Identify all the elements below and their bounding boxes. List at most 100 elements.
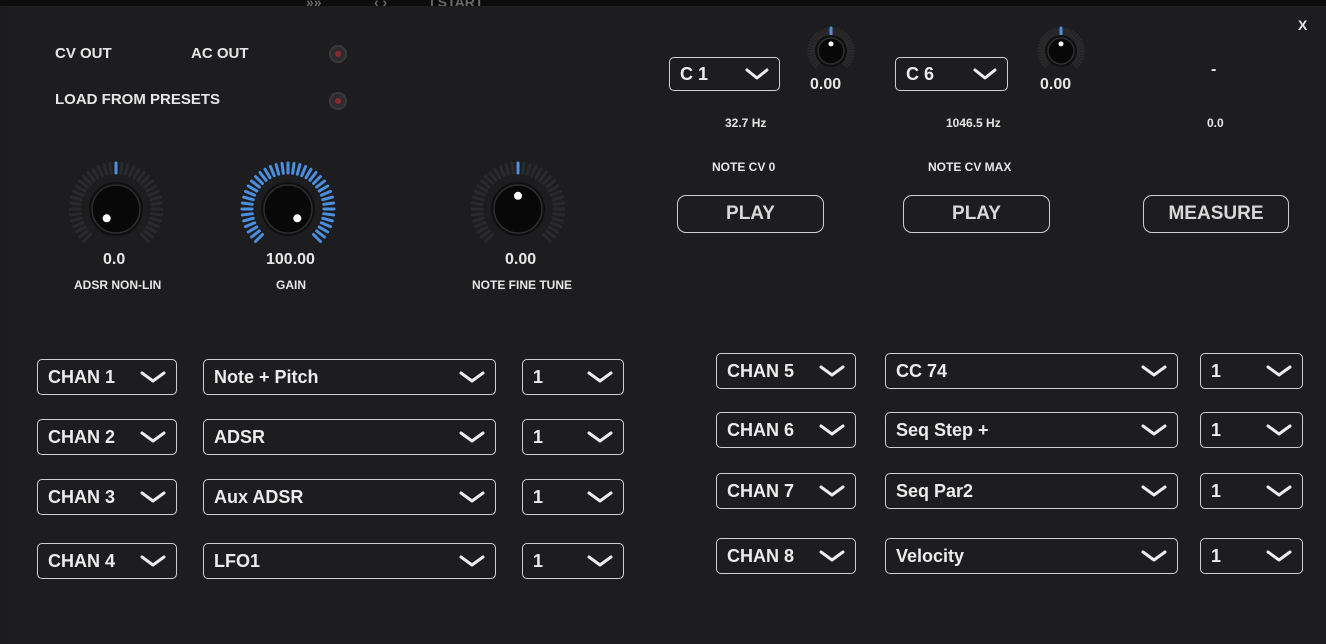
note-cvmax-fine-knob[interactable] [1036, 26, 1086, 76]
chevron-down-icon [587, 491, 613, 503]
source-select-label: CC 74 [896, 360, 948, 381]
note-cv0-note-dropdown[interactable]: C 1 [669, 57, 780, 91]
measure-dash: - [1211, 61, 1217, 78]
number-select-label: 1 [533, 366, 544, 387]
channel-select[interactable]: CHAN 6 [716, 412, 856, 448]
note-cv0-label: NOTE CV 0 [712, 160, 776, 174]
channel-select[interactable]: CHAN 1 [37, 359, 177, 395]
channel-select[interactable]: CHAN 5 [716, 353, 856, 389]
source-select[interactable]: Velocity [885, 538, 1178, 574]
note-cv0-fine-knob[interactable] [806, 26, 856, 76]
channel-select[interactable]: CHAN 7 [716, 473, 856, 509]
source-select[interactable]: Seq Par2 [885, 473, 1178, 509]
adsr-nonlin-knob[interactable] [68, 161, 164, 257]
measure-value: 0.0 [1207, 116, 1224, 130]
chevron-down-icon [459, 555, 485, 567]
channel-select[interactable]: CHAN 8 [716, 538, 856, 574]
chevron-down-icon [587, 371, 613, 383]
chevron-down-icon [819, 485, 845, 497]
number-select[interactable]: 1 [522, 359, 624, 395]
note-cvmax-play-button[interactable]: PLAY [903, 195, 1050, 233]
chevron-down-icon [745, 68, 769, 80]
chevron-down-icon [140, 491, 166, 503]
number-select-label: 1 [1211, 419, 1222, 440]
load-presets-label: LOAD FROM PRESETS [55, 91, 221, 108]
number-select[interactable]: 1 [522, 479, 624, 515]
channel-select[interactable]: CHAN 4 [37, 543, 177, 579]
chevron-down-icon [140, 371, 166, 383]
source-select-label: LFO1 [214, 550, 261, 571]
number-select-label: 1 [533, 426, 544, 447]
cv-out-label: CV OUT [55, 45, 112, 62]
chevron-down-icon [1141, 485, 1167, 497]
number-select-label: 1 [1211, 545, 1222, 566]
source-select-label: Note + Pitch [214, 366, 319, 387]
channel-select-label: CHAN 1 [48, 366, 116, 387]
chevron-down-icon [459, 431, 485, 443]
note-cvmax-note-dropdown[interactable]: C 6 [895, 57, 1008, 91]
gain-value: 100.00 [266, 251, 315, 268]
channel-select-label: CHAN 2 [48, 426, 116, 447]
source-select[interactable]: LFO1 [203, 543, 496, 579]
channel-select-label: CHAN 7 [727, 480, 795, 501]
channel-select[interactable]: CHAN 2 [37, 419, 177, 455]
chevron-down-icon [459, 371, 485, 383]
chevron-down-icon [819, 365, 845, 377]
source-select[interactable]: Aux ADSR [203, 479, 496, 515]
ac-out-led-toggle[interactable] [329, 45, 347, 63]
channel-select[interactable]: CHAN 3 [37, 479, 177, 515]
close-button[interactable]: X [1298, 17, 1307, 33]
source-select-label: Velocity [896, 545, 965, 566]
channel-select-label: CHAN 5 [727, 360, 795, 381]
source-select[interactable]: CC 74 [885, 353, 1178, 389]
chevron-down-icon [459, 491, 485, 503]
number-select-label: 1 [1211, 480, 1222, 501]
channel-select-label: CHAN 6 [727, 419, 795, 440]
chevron-down-icon [819, 550, 845, 562]
source-select-label: Aux ADSR [214, 486, 304, 507]
note-fine-tune-value: 0.00 [505, 251, 537, 268]
chevron-down-icon [1141, 550, 1167, 562]
source-select[interactable]: Seq Step + [885, 412, 1178, 448]
number-select[interactable]: 1 [522, 543, 624, 579]
note-fine-tune-label: NOTE FINE TUNE [472, 278, 573, 292]
adsr-nonlin-value: 0.0 [103, 251, 126, 268]
chevron-down-icon [1141, 424, 1167, 436]
note-cvmax-fine-value: 0.00 [1040, 76, 1072, 93]
number-select[interactable]: 1 [1200, 412, 1303, 448]
gain-label: GAIN [276, 278, 306, 292]
chevron-down-icon [587, 431, 613, 443]
chevron-down-icon [1266, 424, 1292, 436]
chevron-down-icon [819, 424, 845, 436]
source-select[interactable]: Note + Pitch [203, 359, 496, 395]
plugin-panel: X CV OUT AC OUT LOAD FROM PRESETS 0.0 AD… [8, 6, 1326, 644]
chevron-down-icon [140, 431, 166, 443]
channel-select-label: CHAN 8 [727, 545, 795, 566]
number-select[interactable]: 1 [1200, 473, 1303, 509]
chevron-down-icon [587, 555, 613, 567]
number-select[interactable]: 1 [522, 419, 624, 455]
source-select[interactable]: ADSR [203, 419, 496, 455]
number-select-label: 1 [533, 486, 544, 507]
note-cvmax-freq: 1046.5 Hz [946, 116, 1001, 130]
measure-button[interactable]: MEASURE [1143, 195, 1289, 233]
load-presets-led-toggle[interactable] [329, 92, 347, 110]
gain-knob[interactable] [240, 161, 336, 257]
note-fine-tune-knob[interactable] [470, 161, 566, 257]
ac-out-label: AC OUT [191, 45, 249, 62]
chevron-down-icon [1141, 365, 1167, 377]
note-cv0-play-button[interactable]: PLAY [677, 195, 824, 233]
number-select[interactable]: 1 [1200, 353, 1303, 389]
note-cvmax-label: NOTE CV MAX [928, 160, 1012, 174]
chevron-down-icon [1266, 550, 1292, 562]
chevron-down-icon [140, 555, 166, 567]
source-select-label: ADSR [214, 426, 266, 447]
number-select-label: 1 [1211, 360, 1222, 381]
channel-select-label: CHAN 3 [48, 486, 116, 507]
chevron-down-icon [973, 68, 997, 80]
number-select[interactable]: 1 [1200, 538, 1303, 574]
note-cv0-freq: 32.7 Hz [725, 116, 767, 130]
source-select-label: Seq Par2 [896, 480, 974, 501]
channel-select-label: CHAN 4 [48, 550, 116, 571]
adsr-nonlin-label: ADSR NON-LIN [74, 278, 162, 292]
